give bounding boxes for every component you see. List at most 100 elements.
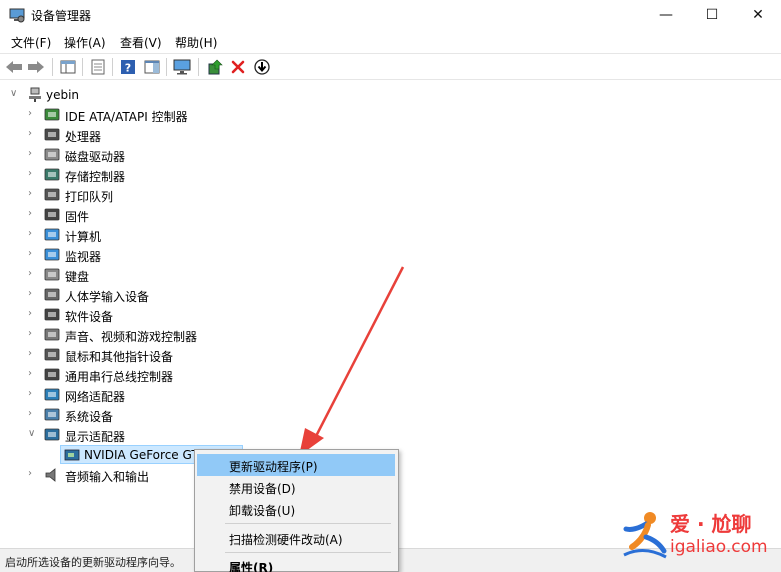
expand-chevron-icon[interactable]: › — [28, 409, 38, 419]
tree-category-label: 人体学输入设备 — [65, 290, 150, 304]
device-manager-icon — [9, 8, 25, 23]
action-pane-button[interactable] — [142, 57, 162, 77]
expand-chevron-icon[interactable]: › — [28, 309, 38, 319]
gpu-icon — [64, 449, 80, 461]
expand-chevron-icon[interactable]: › — [28, 209, 38, 219]
close-button[interactable]: ✕ — [735, 0, 781, 30]
toolbar-separator — [166, 58, 167, 76]
keyboard-icon — [44, 268, 60, 281]
tree-category-label: 存储控制器 — [65, 170, 126, 184]
context-menu: 更新驱动程序(P) 禁用设备(D) 卸载设备(U) 扫描检测硬件改动(A) 属性… — [194, 449, 399, 572]
tree-category-label: 系统设备 — [65, 410, 114, 424]
status-text: 启动所选设备的更新驱动程序向导。 — [5, 556, 181, 569]
console-tree-icon — [60, 60, 76, 74]
menu-uninstall-device[interactable]: 卸载设备(U) — [197, 498, 395, 520]
help-icon: ? — [121, 60, 135, 75]
toolbar: ? — [0, 53, 781, 80]
expand-chevron-icon[interactable]: › — [28, 109, 38, 119]
tree-category-label: 网络适配器 — [65, 390, 126, 404]
menu-properties[interactable]: 属性(R) — [197, 555, 395, 572]
menu-disable-device[interactable]: 禁用设备(D) — [197, 476, 395, 498]
toolbar-separator — [198, 58, 199, 76]
expand-chevron-icon[interactable]: › — [28, 389, 38, 399]
tree-device-label: NVIDIA GeForce GT — [84, 448, 199, 462]
toolbar-separator — [82, 58, 83, 76]
mascot-logo-icon — [623, 512, 667, 559]
tree-category-label: 软件设备 — [65, 310, 114, 324]
minimize-button[interactable]: — — [643, 0, 689, 30]
ide-controller-icon — [44, 108, 60, 121]
expand-chevron-icon[interactable]: › — [28, 469, 38, 479]
expand-chevron-icon[interactable]: › — [28, 269, 38, 279]
menu-scan-hardware[interactable]: 扫描检测硬件改动(A) — [197, 527, 395, 549]
menu-separator — [225, 552, 391, 553]
tree-category-label: IDE ATA/ATAPI 控制器 — [65, 110, 188, 124]
expand-chevron-icon[interactable]: › — [28, 149, 38, 159]
processor-icon — [44, 128, 60, 141]
monitor-icon — [44, 248, 60, 261]
menu-disable-device-label: 禁用设备(D) — [229, 482, 296, 496]
tree-root[interactable]: ∨ yebin — [0, 85, 400, 105]
expand-chevron-icon[interactable]: › — [28, 129, 38, 139]
watermark-domain: igaliao.com — [670, 537, 768, 557]
mouse-icon — [44, 348, 60, 361]
back-button[interactable] — [4, 57, 24, 77]
tree-category-label: 音频输入和输出 — [65, 470, 150, 484]
tree-category[interactable]: › 固件 — [0, 205, 400, 225]
window-title: 设备管理器 — [31, 9, 92, 23]
tree-category[interactable]: › 处理器 — [0, 125, 400, 145]
update-driver-toolbar-button[interactable] — [205, 57, 225, 77]
disk-drive-icon — [44, 148, 60, 161]
menu-properties-label: 属性(R) — [229, 561, 274, 572]
forward-arrow-icon — [28, 61, 44, 73]
hid-icon — [44, 288, 60, 301]
tree-category[interactable]: › 计算机 — [0, 225, 400, 245]
menu-action[interactable]: 操作(A) — [64, 34, 106, 51]
expand-chevron-icon[interactable]: › — [28, 169, 38, 179]
enable-device-toolbar-button[interactable] — [252, 57, 272, 77]
computer-root-icon — [29, 87, 41, 102]
toolbar-separator — [112, 58, 113, 76]
show-hide-console-tree-button[interactable] — [58, 57, 78, 77]
tree-category-label: 显示适配器 — [65, 430, 126, 444]
annotation-arrow-icon — [299, 266, 405, 456]
sound-icon — [44, 328, 60, 341]
menu-view[interactable]: 查看(V) — [120, 34, 162, 51]
title-bar: 设备管理器 — ☐ ✕ — [0, 0, 781, 30]
tree-category[interactable]: › 存储控制器 — [0, 165, 400, 185]
tree-category-label: 打印队列 — [65, 190, 114, 204]
tree-category-label: 声音、视频和游戏控制器 — [65, 330, 198, 344]
delete-x-icon — [231, 60, 245, 74]
uninstall-toolbar-button[interactable] — [228, 57, 248, 77]
maximize-button[interactable]: ☐ — [689, 0, 735, 30]
network-adapter-icon — [44, 388, 60, 401]
expand-chevron-icon[interactable]: › — [28, 189, 38, 199]
help-toolbar-button[interactable]: ? — [118, 57, 138, 77]
expand-chevron-icon[interactable]: › — [28, 229, 38, 239]
menu-update-driver[interactable]: 更新驱动程序(P) — [197, 454, 395, 476]
menu-bar: 文件(F) 操作(A) 查看(V) 帮助(H) — [0, 30, 781, 52]
tree-category[interactable]: › 打印队列 — [0, 185, 400, 205]
tree-category[interactable]: › IDE ATA/ATAPI 控制器 — [0, 105, 400, 125]
menu-file[interactable]: 文件(F) — [11, 34, 51, 51]
expand-chevron-icon[interactable]: › — [28, 289, 38, 299]
properties-toolbar-button[interactable] — [88, 57, 108, 77]
forward-button[interactable] — [26, 57, 46, 77]
watermark-brand: 爱 · 尬聊 — [670, 512, 752, 536]
tree-category[interactable]: › 磁盘驱动器 — [0, 145, 400, 165]
menu-scan-hardware-label: 扫描检测硬件改动(A) — [229, 533, 343, 547]
properties-sheet-icon — [91, 59, 105, 75]
software-device-icon — [44, 308, 60, 321]
scan-hardware-button[interactable] — [172, 57, 192, 77]
collapse-chevron-icon[interactable]: ∨ — [28, 429, 38, 439]
expand-chevron-icon[interactable]: › — [28, 349, 38, 359]
expand-chevron-icon[interactable]: › — [28, 249, 38, 259]
watermark-logo: 爱 · 尬聊 igaliao.com — [616, 505, 776, 565]
menu-help[interactable]: 帮助(H) — [175, 34, 217, 51]
menu-separator — [225, 523, 391, 524]
tree-category-label: 通用串行总线控制器 — [65, 370, 174, 384]
tree-category-label: 计算机 — [65, 230, 102, 244]
expand-chevron-icon[interactable]: › — [28, 369, 38, 379]
expand-chevron-icon[interactable]: › — [28, 329, 38, 339]
collapse-chevron-icon[interactable]: ∨ — [10, 89, 20, 99]
